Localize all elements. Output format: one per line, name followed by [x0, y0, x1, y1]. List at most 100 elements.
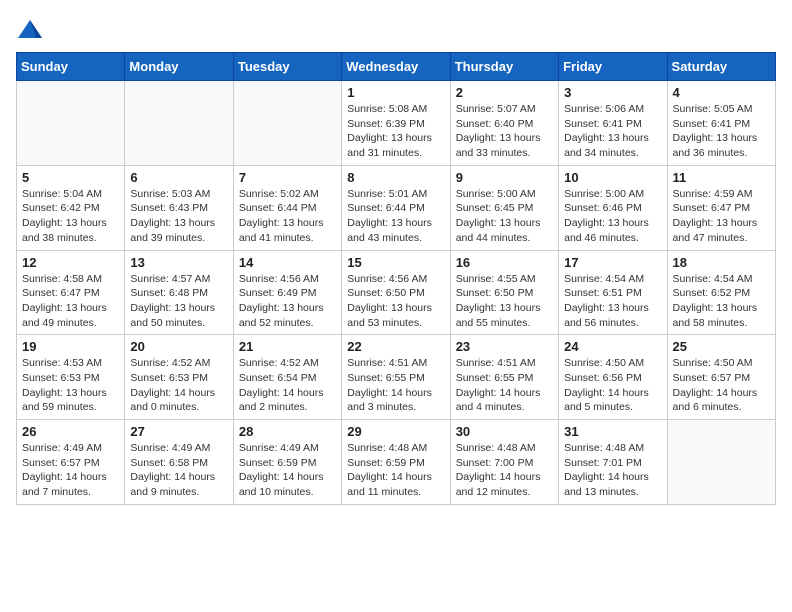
day-info: Sunrise: 4:55 AM Sunset: 6:50 PM Dayligh… [456, 272, 553, 331]
day-info: Sunrise: 5:07 AM Sunset: 6:40 PM Dayligh… [456, 102, 553, 161]
day-number: 21 [239, 339, 336, 354]
calendar-cell: 2 Sunrise: 5:07 AM Sunset: 6:40 PM Daylig… [450, 81, 558, 166]
day-number: 30 [456, 424, 553, 439]
day-number: 6 [130, 170, 227, 185]
day-info: Sunrise: 4:59 AM Sunset: 6:47 PM Dayligh… [673, 187, 770, 246]
calendar-cell: 5 Sunrise: 5:04 AM Sunset: 6:42 PM Daylig… [17, 165, 125, 250]
weekday-header-monday: Monday [125, 53, 233, 81]
day-info: Sunrise: 4:53 AM Sunset: 6:53 PM Dayligh… [22, 356, 119, 415]
calendar-table: SundayMondayTuesdayWednesdayThursdayFrid… [16, 52, 776, 505]
day-info: Sunrise: 4:51 AM Sunset: 6:55 PM Dayligh… [347, 356, 444, 415]
calendar-cell: 31Sunrise: 4:48 AM Sunset: 7:01 PM Dayli… [559, 420, 667, 505]
day-info: Sunrise: 4:50 AM Sunset: 6:56 PM Dayligh… [564, 356, 661, 415]
calendar-week-row-3: 12 Sunrise: 4:58 AM Sunset: 6:47 PM Dayli… [17, 250, 776, 335]
day-info: Sunrise: 5:02 AM Sunset: 6:44 PM Dayligh… [239, 187, 336, 246]
calendar-cell: 30 Sunrise: 4:48 AM Sunset: 7:00 PM Dayli… [450, 420, 558, 505]
logo [16, 16, 48, 44]
day-info: Sunrise: 5:04 AM Sunset: 6:42 PM Dayligh… [22, 187, 119, 246]
day-info: Sunrise: 5:01 AM Sunset: 6:44 PM Dayligh… [347, 187, 444, 246]
day-info: Sunrise: 4:50 AM Sunset: 6:57 PM Dayligh… [673, 356, 770, 415]
day-number: 24 [564, 339, 661, 354]
calendar-cell [233, 81, 341, 166]
day-number: 31 [564, 424, 661, 439]
day-number: 4 [673, 85, 770, 100]
calendar-cell: 12 Sunrise: 4:58 AM Sunset: 6:47 PM Dayli… [17, 250, 125, 335]
day-number: 15 [347, 255, 444, 270]
day-number: 20 [130, 339, 227, 354]
weekday-header-thursday: Thursday [450, 53, 558, 81]
day-info: Sunrise: 4:54 AM Sunset: 6:51 PM Dayligh… [564, 272, 661, 331]
weekday-header-tuesday: Tuesday [233, 53, 341, 81]
calendar-cell: 14 Sunrise: 4:56 AM Sunset: 6:49 PM Dayli… [233, 250, 341, 335]
calendar-cell: 13Sunrise: 4:57 AM Sunset: 6:48 PM Dayli… [125, 250, 233, 335]
day-number: 5 [22, 170, 119, 185]
day-number: 3 [564, 85, 661, 100]
calendar-cell: 20 Sunrise: 4:52 AM Sunset: 6:53 PM Dayli… [125, 335, 233, 420]
calendar-cell: 21Sunrise: 4:52 AM Sunset: 6:54 PM Dayli… [233, 335, 341, 420]
day-info: Sunrise: 4:56 AM Sunset: 6:49 PM Dayligh… [239, 272, 336, 331]
calendar-cell: 3 Sunrise: 5:06 AM Sunset: 6:41 PM Daylig… [559, 81, 667, 166]
day-info: Sunrise: 4:49 AM Sunset: 6:59 PM Dayligh… [239, 441, 336, 500]
calendar-cell: 22 Sunrise: 4:51 AM Sunset: 6:55 PM Dayli… [342, 335, 450, 420]
calendar-week-row-4: 19 Sunrise: 4:53 AM Sunset: 6:53 PM Dayli… [17, 335, 776, 420]
calendar-week-row-1: 1 Sunrise: 5:08 AM Sunset: 6:39 PM Daylig… [17, 81, 776, 166]
day-number: 25 [673, 339, 770, 354]
calendar-cell: 1 Sunrise: 5:08 AM Sunset: 6:39 PM Daylig… [342, 81, 450, 166]
day-number: 14 [239, 255, 336, 270]
calendar-cell [17, 81, 125, 166]
calendar-cell: 8 Sunrise: 5:01 AM Sunset: 6:44 PM Daylig… [342, 165, 450, 250]
calendar-week-row-2: 5 Sunrise: 5:04 AM Sunset: 6:42 PM Daylig… [17, 165, 776, 250]
calendar-cell: 11 Sunrise: 4:59 AM Sunset: 6:47 PM Dayli… [667, 165, 775, 250]
day-number: 29 [347, 424, 444, 439]
day-number: 27 [130, 424, 227, 439]
day-info: Sunrise: 4:49 AM Sunset: 6:58 PM Dayligh… [130, 441, 227, 500]
calendar-cell: 27 Sunrise: 4:49 AM Sunset: 6:58 PM Dayli… [125, 420, 233, 505]
calendar-cell: 16 Sunrise: 4:55 AM Sunset: 6:50 PM Dayli… [450, 250, 558, 335]
calendar-cell: 7 Sunrise: 5:02 AM Sunset: 6:44 PM Daylig… [233, 165, 341, 250]
calendar-cell: 23 Sunrise: 4:51 AM Sunset: 6:55 PM Dayli… [450, 335, 558, 420]
calendar-week-row-5: 26Sunrise: 4:49 AM Sunset: 6:57 PM Dayli… [17, 420, 776, 505]
day-info: Sunrise: 4:54 AM Sunset: 6:52 PM Dayligh… [673, 272, 770, 331]
day-number: 7 [239, 170, 336, 185]
day-number: 8 [347, 170, 444, 185]
day-number: 22 [347, 339, 444, 354]
calendar-cell: 17 Sunrise: 4:54 AM Sunset: 6:51 PM Dayli… [559, 250, 667, 335]
day-number: 10 [564, 170, 661, 185]
calendar-cell: 15 Sunrise: 4:56 AM Sunset: 6:50 PM Dayli… [342, 250, 450, 335]
calendar-cell [125, 81, 233, 166]
page-header [16, 16, 776, 44]
day-info: Sunrise: 4:58 AM Sunset: 6:47 PM Dayligh… [22, 272, 119, 331]
calendar-cell: 29 Sunrise: 4:48 AM Sunset: 6:59 PM Dayli… [342, 420, 450, 505]
day-info: Sunrise: 5:05 AM Sunset: 6:41 PM Dayligh… [673, 102, 770, 161]
day-info: Sunrise: 4:51 AM Sunset: 6:55 PM Dayligh… [456, 356, 553, 415]
calendar-cell: 10 Sunrise: 5:00 AM Sunset: 6:46 PM Dayli… [559, 165, 667, 250]
day-info: Sunrise: 5:08 AM Sunset: 6:39 PM Dayligh… [347, 102, 444, 161]
day-info: Sunrise: 4:56 AM Sunset: 6:50 PM Dayligh… [347, 272, 444, 331]
calendar-cell: 4 Sunrise: 5:05 AM Sunset: 6:41 PM Daylig… [667, 81, 775, 166]
calendar-cell: 25 Sunrise: 4:50 AM Sunset: 6:57 PM Dayli… [667, 335, 775, 420]
day-number: 11 [673, 170, 770, 185]
day-info: Sunrise: 5:06 AM Sunset: 6:41 PM Dayligh… [564, 102, 661, 161]
day-number: 2 [456, 85, 553, 100]
day-info: Sunrise: 5:00 AM Sunset: 6:45 PM Dayligh… [456, 187, 553, 246]
day-number: 12 [22, 255, 119, 270]
day-number: 1 [347, 85, 444, 100]
weekday-header-saturday: Saturday [667, 53, 775, 81]
day-info: Sunrise: 4:52 AM Sunset: 6:53 PM Dayligh… [130, 356, 227, 415]
day-number: 16 [456, 255, 553, 270]
day-number: 19 [22, 339, 119, 354]
day-info: Sunrise: 4:48 AM Sunset: 6:59 PM Dayligh… [347, 441, 444, 500]
day-info: Sunrise: 5:00 AM Sunset: 6:46 PM Dayligh… [564, 187, 661, 246]
day-info: Sunrise: 4:48 AM Sunset: 7:00 PM Dayligh… [456, 441, 553, 500]
day-number: 23 [456, 339, 553, 354]
weekday-header-wednesday: Wednesday [342, 53, 450, 81]
day-info: Sunrise: 5:03 AM Sunset: 6:43 PM Dayligh… [130, 187, 227, 246]
weekday-header-sunday: Sunday [17, 53, 125, 81]
day-number: 18 [673, 255, 770, 270]
day-info: Sunrise: 4:49 AM Sunset: 6:57 PM Dayligh… [22, 441, 119, 500]
calendar-cell [667, 420, 775, 505]
day-number: 17 [564, 255, 661, 270]
calendar-cell: 9Sunrise: 5:00 AM Sunset: 6:45 PM Daylig… [450, 165, 558, 250]
calendar-cell: 28Sunrise: 4:49 AM Sunset: 6:59 PM Dayli… [233, 420, 341, 505]
weekday-header-row: SundayMondayTuesdayWednesdayThursdayFrid… [17, 53, 776, 81]
